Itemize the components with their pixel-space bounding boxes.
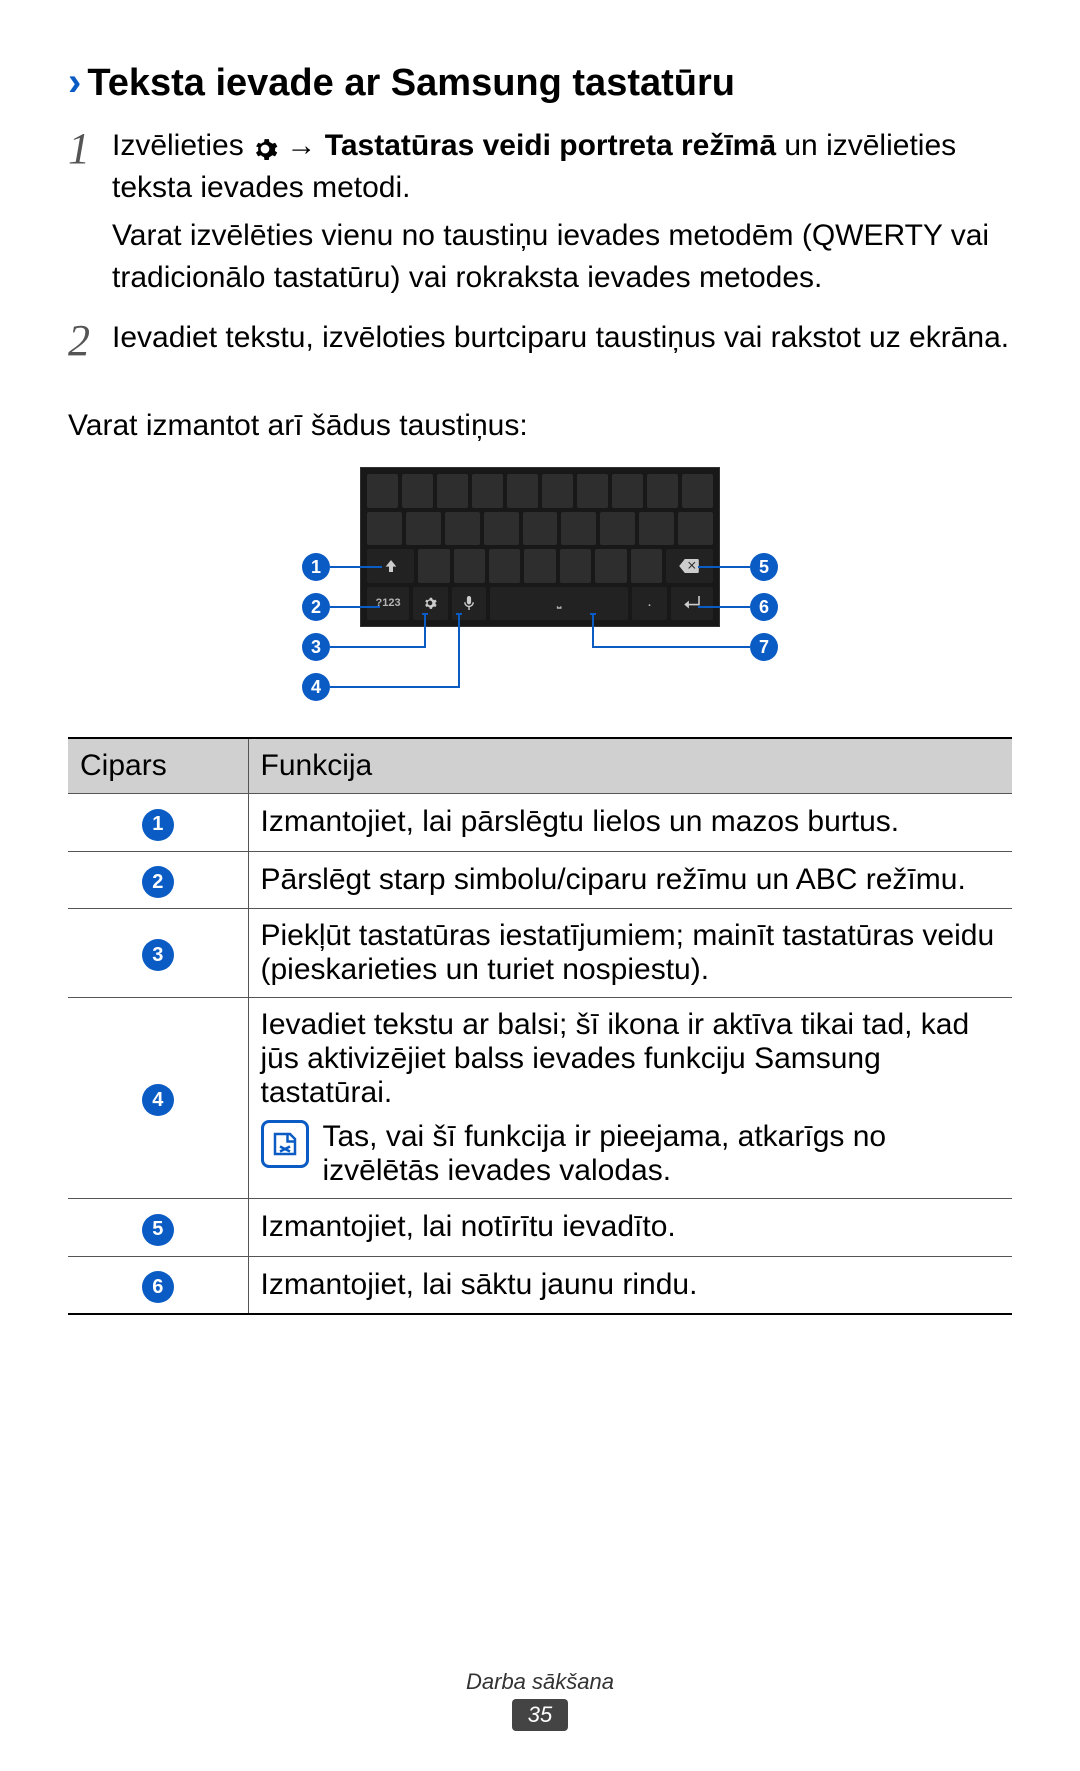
callout-6: 6 [750,593,778,621]
table-row: 5 Izmantojiet, lai notīrītu ievadīto. [68,1199,1012,1257]
intro-keys: Varat izmantot arī šādus taustiņus: [68,405,1012,447]
callout-7: 7 [750,633,778,661]
step1-bold: Tastatūras veidi portreta režīmā [325,129,776,162]
note-text: Tas, vai šī funkcija ir pieejama, atkarī… [323,1120,1001,1188]
row-func: Izmantojiet, lai pārslēgtu lielos un maz… [248,794,1012,852]
step1-pre: Izvēlieties [112,129,252,162]
step-1: 1 Izvēlieties → Tastatūras veidi portret… [68,125,1012,305]
row-func: Ievadiet tekstu ar balsi; šī ikona ir ak… [248,998,1012,1199]
row-num: 2 [142,866,174,898]
step-body: Izvēlieties → Tastatūras veidi portreta … [112,125,1012,305]
step-2: 2 Ievadiet tekstu, izvēloties burtciparu… [68,317,1012,365]
row-num: 6 [142,1271,174,1303]
table-row: 4 Ievadiet tekstu ar balsi; šī ikona ir … [68,998,1012,1199]
callout-5: 5 [750,553,778,581]
step-body: Ievadiet tekstu, izvēloties burtciparu t… [112,317,1012,365]
th-function: Funkcija [248,738,1012,794]
heading-text: Teksta ievade ar Samsung tastatūru [87,62,735,105]
callout-2: 2 [302,593,330,621]
step2-text: Ievadiet tekstu, izvēloties burtciparu t… [112,317,1012,359]
step-number: 2 [68,317,112,365]
table-row: 3 Piekļūt tastatūras iestatījumiem; main… [68,909,1012,998]
note-box: Tas, vai šī funkcija ir pieejama, atkarī… [261,1120,1001,1188]
row-func: Izmantojiet, lai notīrītu ievadīto. [248,1199,1012,1257]
gear-icon [252,132,278,158]
callout-1: 1 [302,553,330,581]
callout-3: 3 [302,633,330,661]
symbol-key: ?123 [367,587,409,621]
space-key: ⎵ [490,587,628,621]
row-num: 1 [142,809,174,841]
keyboard-image: ?123 ⎵ . [360,467,720,627]
chapter-name: Darba sākšana [0,1669,1080,1695]
enter-key [671,587,713,621]
row-num: 5 [142,1214,174,1246]
settings-key [413,587,448,621]
table-row: 6 Izmantojiet, lai sāktu jaunu rindu. [68,1256,1012,1314]
function-table: Cipars Funkcija 1 Izmantojiet, lai pārsl… [68,737,1012,1315]
steps-list: 1 Izvēlieties → Tastatūras veidi portret… [68,125,1012,365]
period-key: . [632,587,667,621]
section-heading: › Teksta ievade ar Samsung tastatūru [68,60,1012,105]
keyboard-figure: ?123 ⎵ . 1 2 3 4 [68,467,1012,707]
row-num: 4 [142,1084,174,1116]
step-number: 1 [68,125,112,305]
table-row: 2 Pārslēgt starp simbolu/ciparu režīmu u… [68,851,1012,909]
row-func-text: Ievadiet tekstu ar balsi; šī ikona ir ak… [261,1008,1001,1110]
page-number: 35 [512,1699,568,1731]
callout-4: 4 [302,673,330,701]
step1-para2: Varat izvēlēties vienu no taustiņu ievad… [112,215,1012,299]
row-num: 3 [142,939,174,971]
arrow-text: → [286,129,324,162]
row-func: Piekļūt tastatūras iestatījumiem; mainīt… [248,909,1012,998]
page-footer: Darba sākšana 35 [0,1669,1080,1731]
th-number: Cipars [68,738,248,794]
table-row: 1 Izmantojiet, lai pārslēgtu lielos un m… [68,794,1012,852]
row-func: Pārslēgt starp simbolu/ciparu režīmu un … [248,851,1012,909]
note-icon [261,1120,309,1168]
chevron-right-icon: › [68,60,81,105]
row-func: Izmantojiet, lai sāktu jaunu rindu. [248,1256,1012,1314]
